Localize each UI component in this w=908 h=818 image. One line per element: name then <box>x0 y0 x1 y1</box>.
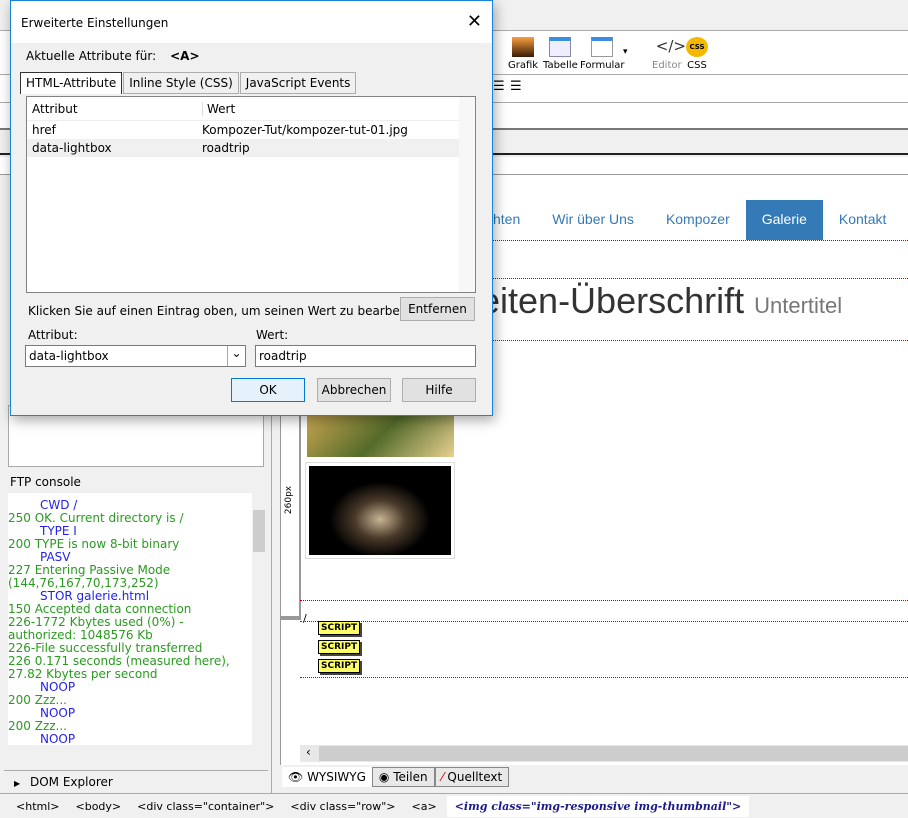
console-scrollbar[interactable] <box>252 493 266 745</box>
table-row[interactable]: href Kompozer-Tut/kompozer-tut-01.jpg <box>27 121 475 139</box>
eye-icon: 👁 <box>288 770 304 784</box>
nav-item[interactable]: Wir über Uns <box>536 200 650 240</box>
tab-inline-style[interactable]: Inline Style (CSS) <box>123 72 239 94</box>
breadcrumb: <html> <body> <div class="container"> <d… <box>0 793 908 818</box>
current-tag: <A> <box>170 49 200 63</box>
scrollbar-thumb[interactable] <box>319 746 908 761</box>
value-input[interactable]: roadtrip <box>255 345 476 367</box>
ok-button[interactable]: OK <box>231 378 305 402</box>
table-header: Attribut Wert <box>27 97 459 121</box>
tab-html-attributes[interactable]: HTML-Attribute <box>20 72 123 94</box>
value-label: Wert: <box>256 328 289 342</box>
toolbar-table-button[interactable]: Tabelle <box>543 37 578 71</box>
indent-icon[interactable]: ☰ <box>493 79 505 94</box>
crumb-a[interactable]: <a> <box>412 800 437 813</box>
dom-explorer-toggle[interactable]: ▶ DOM Explorer <box>4 770 268 792</box>
console-line: NOOP <box>40 732 76 746</box>
ftp-console: CWD /250 OK. Current directory is / TYPE … <box>8 493 266 745</box>
slash-text: / <box>303 612 307 625</box>
script-tag[interactable]: SCRIPT <box>318 659 361 673</box>
scrollbar-thumb[interactable] <box>253 510 265 552</box>
view-tabs: 👁 WYSIWYG ◉ Teilen ⁄ Quelltext <box>282 767 510 787</box>
site-nav: chten Wir über Uns Kompozer Galerie Kontakt <box>470 200 902 240</box>
thumbnail-image-2[interactable] <box>305 462 455 559</box>
attributes-table: Attribut Wert href Kompozer-Tut/kompozer-t… <box>26 96 476 293</box>
hint-text: Klicken Sie auf einen Eintrag oben, um s… <box>28 304 423 318</box>
scroll-left-icon[interactable]: ‹ <box>300 745 311 759</box>
outdent-icon[interactable]: ☰ <box>510 79 522 94</box>
close-icon[interactable]: ✕ <box>467 11 482 32</box>
table-row[interactable]: data-lightbox roadtrip <box>27 139 475 157</box>
toolbar-form-button[interactable]: Formular <box>580 37 625 71</box>
image-icon <box>512 37 535 57</box>
table-scrollbar[interactable] <box>459 97 475 292</box>
ftp-console-title: FTP console <box>10 475 81 489</box>
page-subtitle: Untertitel <box>754 293 843 318</box>
page-heading: eiten-Überschrift Untertitel <box>480 280 843 321</box>
expand-icon: ▶ <box>14 779 21 788</box>
toolbar-css-button[interactable]: CSS CSS <box>686 37 708 71</box>
tab-split[interactable]: ◉ Teilen <box>371 767 435 787</box>
vertical-ruler: 260px <box>281 380 301 620</box>
script-tag[interactable]: SCRIPT <box>318 640 361 654</box>
tab-source[interactable]: ⁄ Quelltext <box>434 767 510 787</box>
code-editor-icon: </> <box>655 37 686 55</box>
crumb-img-current[interactable]: <img class="img-responsive img-thumbnail… <box>446 795 750 817</box>
cancel-button[interactable]: Abbrechen <box>317 378 391 402</box>
thumbnail-image-1[interactable] <box>307 415 454 457</box>
split-icon: ◉ <box>378 770 390 784</box>
crumb-row[interactable]: <div class="row"> <box>290 800 395 813</box>
toolbar-editor-button[interactable]: </> Editor <box>652 37 686 71</box>
crumb-body[interactable]: <body> <box>76 800 122 813</box>
toolbar-image-button[interactable]: Grafik <box>508 37 538 71</box>
css-palette-icon: CSS <box>686 37 708 57</box>
chevron-down-icon[interactable]: ⌄ <box>227 346 245 366</box>
dialog-titlebar: Erweiterte Einstellungen ✕ <box>11 1 492 43</box>
nav-item[interactable]: Kontakt <box>823 200 902 240</box>
attribute-label: Attribut: <box>28 328 78 342</box>
crumb-container[interactable]: <div class="container"> <box>137 800 274 813</box>
current-attrs-label: Aktuelle Attribute für: <box>26 49 157 63</box>
remove-button[interactable]: Entfernen <box>400 297 475 321</box>
tab-javascript-events[interactable]: JavaScript Events <box>239 72 357 94</box>
nav-item[interactable]: Galerie <box>745 200 823 240</box>
script-tag[interactable]: SCRIPT <box>318 621 361 635</box>
form-dropdown-arrow[interactable]: ▾ <box>623 47 628 57</box>
crumb-html[interactable]: <html> <box>16 800 60 813</box>
help-button[interactable]: Hilfe <box>402 378 476 402</box>
advanced-settings-dialog: Erweiterte Einstellungen ✕ Aktuelle Attr… <box>10 0 493 416</box>
form-icon <box>591 37 614 57</box>
table-icon <box>549 37 572 57</box>
source-icon: ⁄ <box>441 770 444 784</box>
attribute-select[interactable]: data-lightbox ⌄ <box>25 345 246 367</box>
tab-wysiwyg[interactable]: 👁 WYSIWYG <box>282 767 372 787</box>
horizontal-scrollbar[interactable]: ‹ <box>300 745 908 762</box>
nav-item[interactable]: Kompozer <box>650 200 746 240</box>
ruler-label: 260px <box>284 485 295 515</box>
